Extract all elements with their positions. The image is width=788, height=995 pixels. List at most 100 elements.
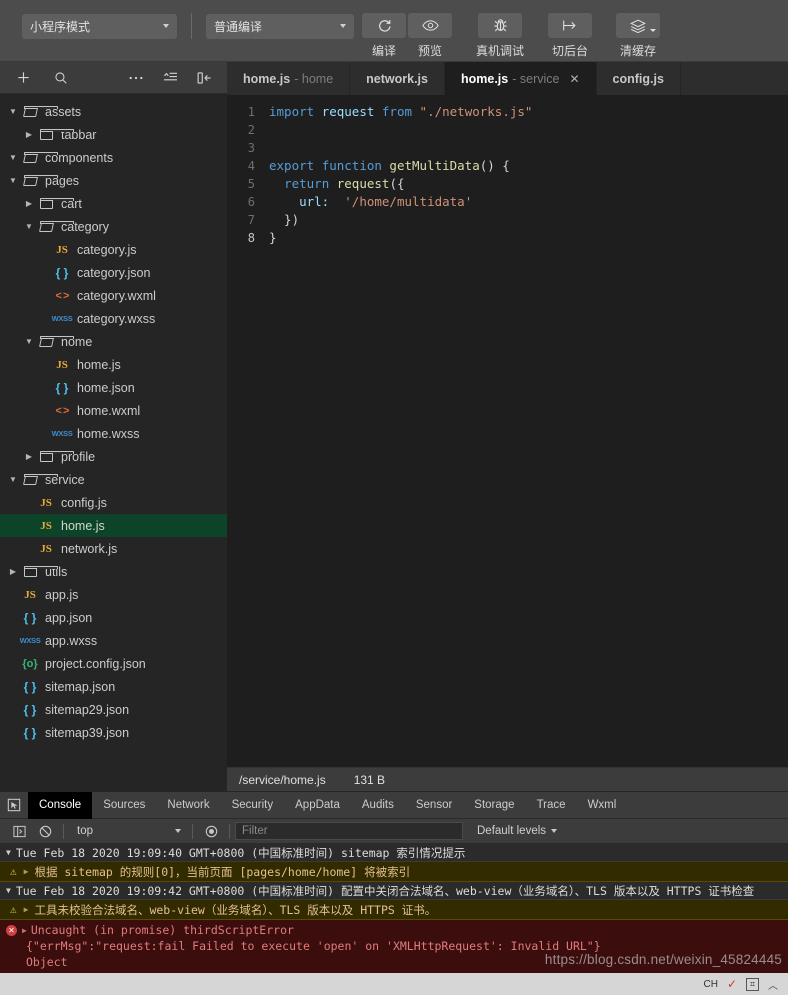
chevron-down-icon[interactable]: ▼ — [22, 337, 36, 346]
devtools-tab[interactable]: Network — [156, 792, 220, 819]
remote-debug-button[interactable]: 真机调试 — [476, 13, 524, 59]
clear-console-icon[interactable] — [32, 825, 58, 838]
editor-tabbar[interactable]: home.js - home network.js home.js - service ✕… — [227, 62, 788, 95]
tree-file-row[interactable]: ▶WXSSapp.wxss — [0, 629, 227, 652]
devtools-tab[interactable]: Trace — [526, 792, 577, 819]
tree-folder-row[interactable]: ▶ tabbar — [0, 123, 227, 146]
show-hidden-icons-icon[interactable]: ︿ — [768, 977, 778, 992]
chevron-right-icon[interactable]: ▶ — [24, 905, 29, 914]
chevron-right-icon[interactable]: ▶ — [24, 867, 29, 876]
tree-folder-row[interactable]: ▶ utils — [0, 560, 227, 583]
code-line-text: url: '/home/multidata' — [269, 193, 472, 211]
editor-tab[interactable]: network.js — [350, 62, 445, 95]
tree-file-row[interactable]: ▶JShome.js — [0, 514, 227, 537]
tree-folder-row[interactable]: ▶ profile — [0, 445, 227, 468]
clear-cache-button[interactable]: 清缓存 — [616, 13, 661, 59]
chevron-right-icon[interactable]: ▶ — [22, 130, 36, 139]
tree-file-row[interactable]: ▶< >category.wxml — [0, 284, 227, 307]
tree-file-row[interactable]: ▶< >home.wxml — [0, 399, 227, 422]
switch-background-button-label: 切后台 — [552, 44, 589, 58]
devtools-tab[interactable]: Console — [28, 791, 93, 819]
tree-file-row[interactable]: ▶{ }home.json — [0, 376, 227, 399]
tree-file-row[interactable]: ▶{ }sitemap29.json — [0, 698, 227, 721]
console-warning-text: 工具未校验合法域名、web-view（业务域名）、TLS 版本以及 HTTPS … — [34, 902, 437, 917]
devtools-tab[interactable]: Storage — [463, 792, 525, 819]
tree-file-row[interactable]: ▶WXSScategory.wxss — [0, 307, 227, 330]
wxss-file-icon: WXSS — [19, 636, 41, 645]
console-group-header[interactable]: ▼ Tue Feb 18 2020 19:09:42 GMT+0800 (中国标准… — [0, 882, 788, 900]
devtools-tab[interactable]: AppData — [284, 792, 351, 819]
chevron-down-icon[interactable]: ▼ — [6, 475, 20, 484]
tree-item-label: home.json — [77, 380, 135, 395]
editor-tab[interactable]: home.js - home — [227, 62, 351, 95]
tree-folder-row[interactable]: ▼ service — [0, 468, 227, 491]
console-group-header[interactable]: ▼ Tue Feb 18 2020 19:09:40 GMT+0800 (中国标准… — [0, 844, 788, 862]
editor-tab[interactable]: config.js — [596, 62, 681, 95]
tree-folder-row[interactable]: ▼ pages — [0, 169, 227, 192]
toolbar-divider — [191, 13, 192, 39]
js-file-icon: JS — [56, 243, 68, 256]
tree-file-row[interactable]: ▶JScategory.js — [0, 238, 227, 261]
tree-folder-row[interactable]: ▼ components — [0, 146, 227, 169]
tree-file-row[interactable]: ▶JSapp.js — [0, 583, 227, 606]
close-icon[interactable]: ✕ — [569, 72, 579, 86]
chevron-down-icon[interactable]: ▼ — [6, 107, 20, 116]
more-options-icon[interactable] — [123, 66, 149, 90]
tree-folder-row[interactable]: ▼ category — [0, 215, 227, 238]
ime-keyboard-icon[interactable]: ⌗ — [746, 977, 759, 991]
editor-tab[interactable]: home.js - service ✕ — [444, 62, 597, 95]
devtools-tab[interactable]: Security — [221, 792, 285, 819]
tree-folder-row[interactable]: ▶ cart — [0, 192, 227, 215]
tree-file-row[interactable]: ▶JSconfig.js — [0, 491, 227, 514]
tree-folder-row[interactable]: ▼ home — [0, 330, 227, 353]
devtools-tab[interactable]: Sensor — [405, 792, 463, 819]
chevron-right-icon[interactable]: ▶ — [22, 926, 27, 935]
ime-language-indicator[interactable]: CH — [703, 979, 717, 990]
inspect-element-icon[interactable] — [0, 798, 28, 812]
tree-file-row[interactable]: ▶WXSShome.wxss — [0, 422, 227, 445]
tree-file-row[interactable]: ▶JShome.js — [0, 353, 227, 376]
tree-file-row[interactable]: ▶{ }sitemap39.json — [0, 721, 227, 744]
chevron-right-icon[interactable]: ▶ — [6, 567, 20, 576]
chevron-down-icon[interactable]: ▼ — [6, 848, 11, 857]
folder-open-icon — [22, 474, 58, 485]
tree-file-row[interactable]: ▶{ }sitemap.json — [0, 675, 227, 698]
tree-file-row[interactable]: ▶JSnetwork.js — [0, 537, 227, 560]
chevron-right-icon[interactable]: ▶ — [22, 199, 36, 208]
code-area[interactable]: 1 import request from "./networks.js" 2 3 4 e… — [227, 95, 788, 785]
console-filter-input[interactable]: Filter — [235, 822, 463, 840]
chevron-down-icon[interactable]: ▼ — [6, 153, 20, 162]
collapse-all-icon[interactable] — [157, 66, 183, 90]
chevron-down-icon[interactable]: ▼ — [6, 176, 20, 185]
console-warning-row[interactable]: ⚠ ▶ 工具未校验合法域名、web-view（业务域名）、TLS 版本以及 HTTP… — [0, 900, 788, 920]
devtools-tab[interactable]: Sources — [92, 792, 156, 819]
tree-file-row[interactable]: ▶{ }app.json — [0, 606, 227, 629]
console-sidebar-icon[interactable] — [6, 825, 32, 838]
live-expression-icon[interactable] — [198, 825, 224, 838]
toggle-sidebar-icon[interactable] — [191, 66, 217, 90]
add-file-icon[interactable] — [10, 66, 36, 90]
compile-button[interactable]: 编译 — [362, 13, 406, 59]
devtools-tabbar[interactable]: Console Sources Network Security AppData Audi… — [0, 791, 788, 819]
console-levels-select[interactable]: Default levels — [477, 825, 558, 837]
tree-file-row[interactable]: ▶{ }category.json — [0, 261, 227, 284]
tree-file-row[interactable]: ▶{o}project.config.json — [0, 652, 227, 675]
preview-button[interactable]: 预览 — [408, 13, 452, 59]
devtools-tab[interactable]: Audits — [351, 792, 405, 819]
mode-select[interactable]: 小程序模式 — [22, 13, 177, 39]
search-icon[interactable] — [48, 66, 74, 90]
ime-pen-icon[interactable]: ✓ — [727, 977, 737, 991]
compile-select[interactable]: 普通编译 — [206, 13, 354, 39]
switch-background-button[interactable]: 切后台 — [548, 13, 593, 59]
chevron-right-icon[interactable]: ▶ — [22, 452, 36, 461]
console-context-select[interactable]: top — [69, 822, 187, 840]
devtools-tab[interactable]: Wxml — [577, 792, 628, 819]
folder-open-icon — [22, 106, 58, 117]
chevron-down-icon[interactable]: ▼ — [22, 222, 36, 231]
file-tree[interactable]: ▼ assets ▶ tabbar ▼ components ▼ pages ▶ cart ▼ cat… — [0, 94, 227, 744]
code-editor-pane: home.js - home network.js home.js - service ✕… — [227, 62, 788, 785]
console-warning-row[interactable]: ⚠ ▶ 根据 sitemap 的规则[0]，当前页面 [pages/home/hom… — [0, 862, 788, 882]
console-log-list[interactable]: ▼ Tue Feb 18 2020 19:09:40 GMT+0800 (中国标准… — [0, 844, 788, 990]
tree-folder-row[interactable]: ▼ assets — [0, 100, 227, 123]
chevron-down-icon[interactable]: ▼ — [6, 886, 11, 895]
